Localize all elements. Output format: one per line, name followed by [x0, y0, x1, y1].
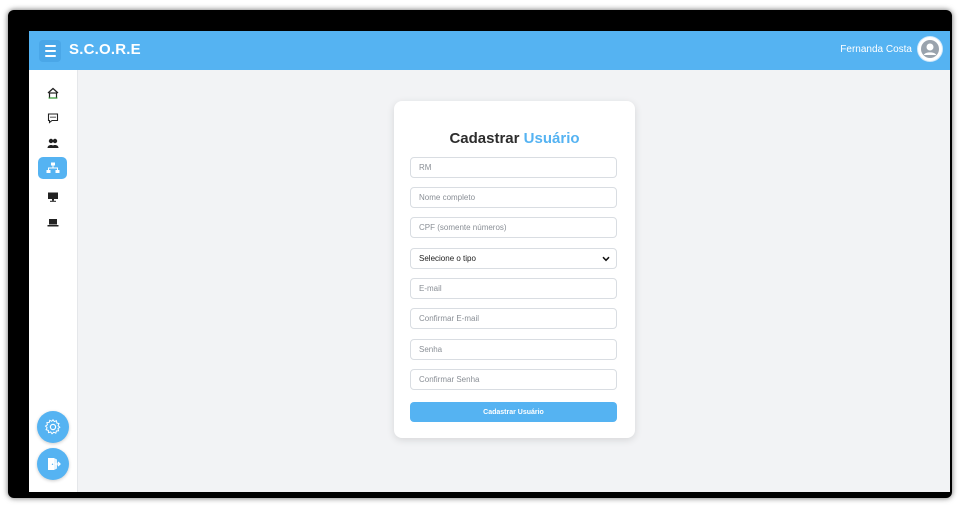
home-icon — [47, 87, 58, 99]
user-name: Fernanda Costa — [840, 43, 912, 55]
laptop-icon — [47, 219, 58, 227]
logout-button[interactable] — [37, 448, 69, 480]
user-menu[interactable]: Fernanda Costa — [840, 37, 942, 61]
app-window: S.C.O.R.E Fernanda Costa Cadastrar Usuár… — [29, 31, 950, 492]
rm-input[interactable] — [410, 157, 617, 178]
chevron-down-icon — [602, 256, 610, 261]
cpf-input[interactable] — [410, 217, 617, 238]
top-bar: S.C.O.R.E Fernanda Costa — [29, 31, 950, 70]
gear-icon — [44, 419, 61, 435]
logout-icon — [48, 458, 61, 470]
confirm-email-input[interactable] — [410, 308, 617, 329]
title-prefix: Cadastrar — [449, 130, 520, 147]
user-avatar-icon — [921, 40, 939, 58]
sidebar — [29, 70, 78, 492]
users-icon — [47, 138, 58, 148]
network-icon — [46, 162, 59, 173]
confirm-password-input[interactable] — [410, 369, 617, 390]
chat-icon — [47, 113, 58, 124]
sidebar-item-users[interactable] — [38, 132, 67, 154]
sidebar-item-messages[interactable] — [38, 107, 67, 129]
page-title: Cadastrar Usuário — [394, 130, 635, 147]
sidebar-item-laptop[interactable] — [38, 212, 67, 234]
user-type-select-value: Selecione o tipo — [419, 254, 476, 263]
app-title: S.C.O.R.E — [69, 41, 141, 58]
hamburger-icon — [44, 45, 56, 47]
menu-button[interactable] — [39, 40, 61, 62]
sidebar-item-network[interactable] — [38, 157, 67, 179]
full-name-input[interactable] — [410, 187, 617, 208]
password-input[interactable] — [410, 339, 617, 360]
sidebar-item-monitor[interactable] — [38, 186, 67, 208]
sidebar-item-home[interactable] — [38, 82, 67, 104]
register-user-card: Cadastrar Usuário Selecione o tipo Cadas… — [394, 101, 635, 438]
title-highlight: Usuário — [523, 130, 580, 147]
email-input[interactable] — [410, 278, 617, 299]
register-user-button[interactable]: Cadastrar Usuário — [410, 402, 617, 422]
settings-button[interactable] — [37, 411, 69, 443]
monitor-icon — [47, 192, 58, 202]
avatar[interactable] — [918, 37, 942, 61]
user-type-select[interactable]: Selecione o tipo — [410, 248, 617, 269]
